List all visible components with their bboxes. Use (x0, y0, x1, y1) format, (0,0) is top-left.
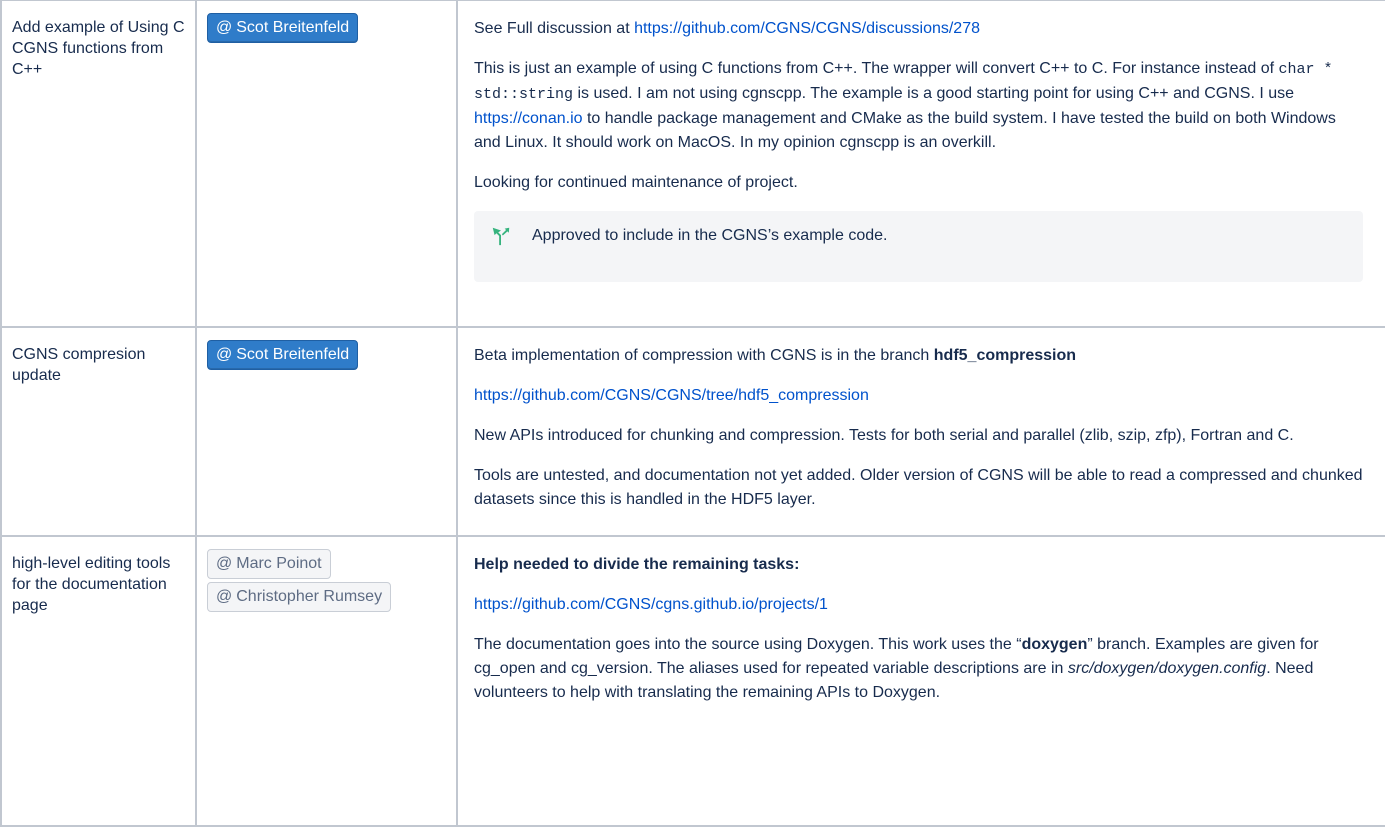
link-line: https://github.com/CGNS/CGNS/tree/hdf5_c… (474, 384, 1363, 408)
notes-cell: Beta implementation of compression with … (456, 326, 1385, 537)
notes-cell: See Full discussion at https://github.co… (456, 0, 1385, 328)
user-mention[interactable]: @ Marc Poinot (207, 549, 331, 579)
user-mention[interactable]: @ Scot Breitenfeld (207, 340, 359, 370)
owner-cell: @ Marc Poinot @ Christopher Rumsey (195, 535, 458, 827)
panel-text: Approved to include in the CGNS’s exampl… (532, 227, 888, 244)
merge-icon (492, 227, 510, 246)
config-path: src/doxygen/doxygen.config (1067, 660, 1267, 677)
conan-link[interactable]: https://conan.io (474, 110, 583, 127)
notes-paragraph: Tools are untested, and documentation no… (474, 467, 1363, 508)
topic-cell: CGNS compresion update (0, 326, 197, 537)
branch-link[interactable]: https://github.com/CGNS/CGNS/tree/hdf5_c… (474, 387, 869, 404)
projects-link[interactable]: https://github.com/CGNS/cgns.github.io/p… (474, 596, 828, 613)
user-mention[interactable]: @ Scot Breitenfeld (207, 13, 359, 43)
link-line: https://github.com/CGNS/cgns.github.io/p… (474, 593, 1363, 617)
notes-cell: Help needed to divide the remaining task… (456, 535, 1385, 827)
notes-paragraph: The documentation goes into the source u… (474, 636, 1319, 701)
table-row: CGNS compresion update @ Scot Breitenfeld… (0, 326, 1385, 537)
branch-name: doxygen (1021, 636, 1088, 653)
topic-cell: high-level editing tools for the documen… (0, 535, 197, 827)
notes-paragraph: Beta implementation of compression with … (474, 347, 1077, 364)
notes-heading: Help needed to divide the remaining task… (474, 556, 800, 573)
owner-cell: @ Scot Breitenfeld (195, 326, 458, 537)
table-row: high-level editing tools for the documen… (0, 535, 1385, 827)
user-mention[interactable]: @ Christopher Rumsey (207, 582, 392, 612)
discussion-line: See Full discussion at https://github.co… (474, 20, 980, 37)
notes-paragraph: This is just an example of using C funct… (474, 60, 1336, 151)
owner-cell: @ Scot Breitenfeld (195, 0, 458, 328)
topic-cell: Add example of Using C CGNS functions fr… (0, 0, 197, 328)
table-row: Add example of Using C CGNS functions fr… (0, 0, 1385, 328)
meeting-notes-table: Add example of Using C CGNS functions fr… (0, 0, 1385, 827)
branch-name: hdf5_compression (933, 347, 1077, 364)
notes-paragraph: New APIs introduced for chunking and com… (474, 427, 1294, 444)
info-panel: Approved to include in the CGNS’s exampl… (474, 211, 1363, 282)
notes-paragraph: Looking for continued maintenance of pro… (474, 174, 798, 191)
discussion-link[interactable]: https://github.com/CGNS/CGNS/discussions… (634, 20, 980, 37)
